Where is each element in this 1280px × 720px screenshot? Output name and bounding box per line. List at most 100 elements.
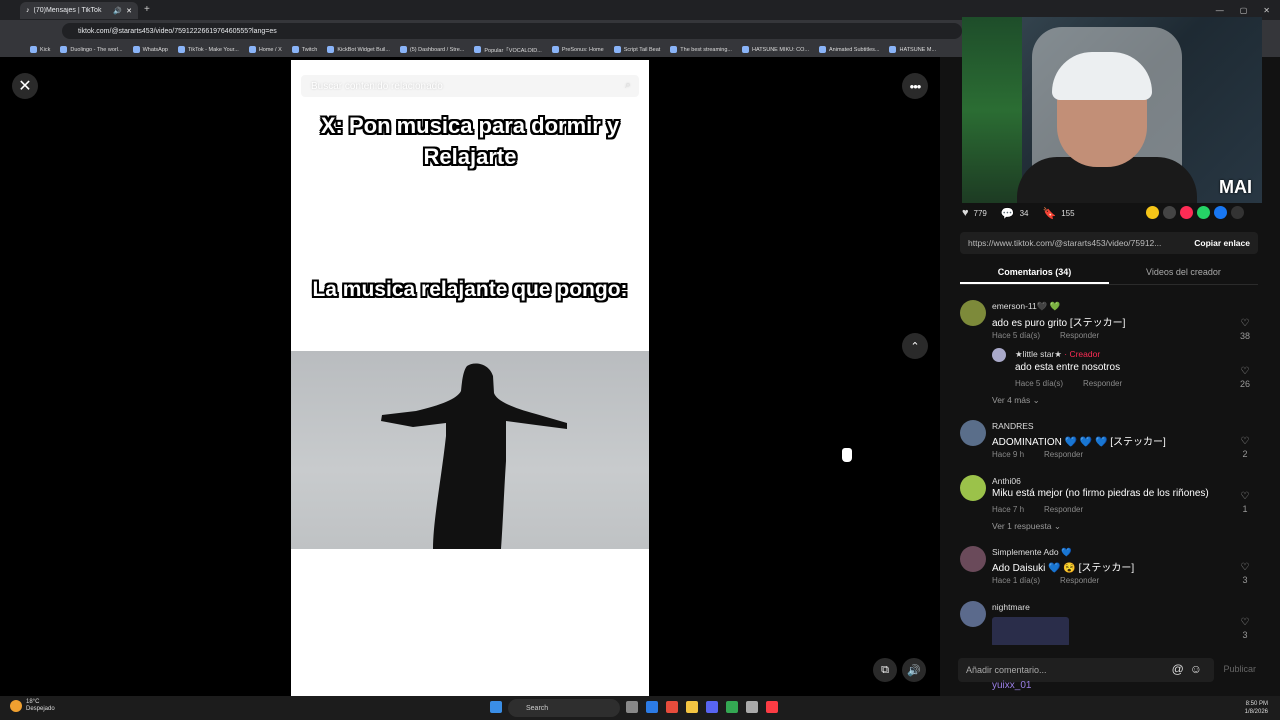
related-search-input[interactable]: Buscar contenido relacionado ⌕	[301, 75, 639, 97]
save-action[interactable]: 🔖 155	[1043, 207, 1075, 220]
like-reply-button[interactable]: ♡ 26	[1238, 366, 1252, 389]
avatar[interactable]	[960, 546, 986, 572]
chrome-icon[interactable]	[726, 701, 738, 713]
bookmark-item[interactable]: HATSUNE M...	[889, 46, 936, 53]
bookmark-item[interactable]: WhatsApp	[132, 46, 168, 53]
file-explorer-icon[interactable]	[686, 701, 698, 713]
like-comment-button[interactable]: ♡ 2	[1238, 436, 1252, 459]
bookmark-label: Script Tail Beat	[623, 46, 661, 53]
minimize-icon[interactable]: —	[1216, 6, 1224, 15]
comment-text: Ado Daisuki 💙 😵 [ステッカー]	[992, 563, 1135, 574]
mention-emoji-icons[interactable]: @☺	[1172, 662, 1208, 676]
bookmark-item[interactable]: Popular「VOCALOID...	[474, 46, 542, 54]
like-comment-button[interactable]: ♡ 38	[1238, 318, 1252, 341]
like-comment-button[interactable]: ♡ 1	[1238, 491, 1252, 514]
reply-button[interactable]: Responder	[1060, 576, 1099, 585]
window-close-icon[interactable]: ✕	[1263, 6, 1270, 15]
bookmark-label: KickBot Widget Buil...	[337, 46, 390, 53]
taskbar-clock[interactable]: 8:50 PM 1/8/2026	[1245, 700, 1268, 716]
chevron-up-icon: ⌃	[910, 340, 920, 353]
bookmark-item[interactable]: Script Tail Beat	[613, 46, 661, 53]
reply-text: ado esta entre nosotros	[1015, 362, 1121, 373]
pip-button[interactable]: ⧉	[873, 658, 897, 682]
comment-like-count: 3	[1242, 630, 1248, 640]
maximize-icon[interactable]: ▢	[1240, 6, 1248, 15]
bookmark-item[interactable]: (5) Dashboard / Stre...	[399, 46, 464, 53]
music-icon[interactable]	[766, 701, 778, 713]
app-icon[interactable]	[666, 701, 678, 713]
taskbar-search[interactable]: Search	[508, 699, 620, 717]
bookmark-item[interactable]: Home / X	[248, 46, 282, 53]
browser-tab[interactable]: ♪ (70)Mensajes | TikTok 🔊 ✕	[20, 2, 138, 19]
comment-item: emerson-11🖤 💚 ado es puro grito [ステッカー] …	[958, 298, 1260, 348]
bookmark-label: Popular「VOCALOID...	[484, 47, 542, 54]
more-options-button[interactable]: •••	[902, 73, 928, 99]
url-field[interactable]: tiktok.com/@stararts453/video/7591222661…	[62, 23, 962, 39]
like-action[interactable]: ♥ 779	[962, 207, 987, 219]
bookmark-item[interactable]: Twitch	[291, 46, 317, 53]
avatar[interactable]	[960, 300, 986, 326]
video-stage: ✕ Buscar contenido relacionado ⌕ X: Pon …	[0, 57, 940, 696]
mouse-cursor	[842, 448, 852, 462]
volume-button[interactable]: 🔊	[902, 658, 926, 682]
avatar[interactable]	[960, 475, 986, 501]
reply-button[interactable]: Responder	[1044, 505, 1083, 514]
share-arrow-icon[interactable]	[1231, 206, 1244, 219]
discord-icon[interactable]	[706, 701, 718, 713]
whatsapp-icon[interactable]	[1197, 206, 1210, 219]
video-player[interactable]: Buscar contenido relacionado ⌕ X: Pon mu…	[291, 60, 649, 696]
heart-outline-icon: ♡	[1240, 436, 1250, 447]
previous-video-button[interactable]: ⌃	[902, 333, 928, 359]
facebook-icon[interactable]	[1214, 206, 1227, 219]
task-view-icon[interactable]	[626, 701, 638, 713]
embed-icon[interactable]	[1163, 206, 1176, 219]
settings-icon[interactable]	[746, 701, 758, 713]
view-more-replies[interactable]: Ver 4 más ⌄	[992, 395, 1040, 406]
avatar[interactable]	[960, 601, 986, 627]
reply-time: Hace 5 día(s)	[1015, 379, 1064, 388]
reply-button[interactable]: Responder	[1083, 379, 1122, 388]
like-comment-button[interactable]: ♡ 3	[1238, 562, 1252, 585]
coin-icon[interactable]	[1146, 206, 1159, 219]
publish-button[interactable]: Publicar	[1223, 664, 1256, 674]
bookmark-item[interactable]: Animated Subtitles...	[819, 46, 879, 53]
view-more-replies[interactable]: Ver 1 respuesta ⌄	[992, 521, 1061, 532]
bookmark-item[interactable]: KickBot Widget Buil...	[327, 46, 390, 53]
comment-author[interactable]: nightmare	[992, 602, 1030, 612]
bookmark-item[interactable]: Kick	[30, 46, 50, 53]
comment-author[interactable]: Simplemente Ado 💙	[992, 547, 1072, 558]
comment-text: ADOMINATION 💙 💙 💙 [ステッカー]	[992, 437, 1166, 448]
reply-button[interactable]: Responder	[1060, 331, 1099, 340]
heart-icon: ♥	[962, 207, 969, 219]
like-comment-button[interactable]: ♡ 3	[1238, 617, 1252, 640]
comment-action[interactable]: 💬 34	[1001, 207, 1029, 220]
weather-widget[interactable]: 18°C Despejado	[10, 699, 55, 713]
bookmark-item[interactable]: Duolingo - The worl...	[60, 46, 123, 53]
avatar[interactable]	[992, 348, 1006, 362]
reply-button[interactable]: Responder	[1044, 450, 1083, 459]
bookmark-favicon-icon	[177, 46, 185, 53]
search-icon[interactable]: ⌕	[625, 79, 631, 92]
bookmark-item[interactable]: HATSUNE MIKU: CO...	[741, 46, 809, 53]
bookmark-item[interactable]: TikTok - Make Your...	[177, 46, 239, 53]
new-tab-button[interactable]: +	[144, 4, 150, 15]
comment-author[interactable]: RANDRES	[992, 421, 1034, 431]
bookmark-item[interactable]: PreSonus: Home	[551, 46, 604, 53]
tab-close-icon[interactable]: ✕	[126, 7, 132, 15]
comment-time: Hace 1 día(s)	[992, 576, 1041, 585]
close-video-button[interactable]: ✕	[12, 73, 38, 99]
speaker-icon: 🔊	[113, 7, 123, 15]
comment-author[interactable]: emerson-11🖤 💚	[992, 301, 1060, 312]
tab-comments[interactable]: Comentarios (34)	[960, 263, 1109, 284]
windows-start-icon[interactable]	[490, 701, 502, 713]
comment-input[interactable]: Añadir comentario... @☺	[958, 658, 1214, 682]
tab-creator-videos[interactable]: Videos del creador	[1109, 263, 1258, 284]
reply-author[interactable]: ★little star★ · Creador	[1015, 349, 1100, 360]
edge-icon[interactable]	[646, 701, 658, 713]
bookmark-favicon-icon	[132, 46, 140, 53]
send-icon[interactable]	[1180, 206, 1193, 219]
comment-author[interactable]: Anthi06	[992, 476, 1021, 486]
bookmark-item[interactable]: The best streaming...	[670, 46, 732, 53]
copy-link-button[interactable]: Copiar enlace	[1186, 238, 1258, 248]
avatar[interactable]	[960, 420, 986, 446]
